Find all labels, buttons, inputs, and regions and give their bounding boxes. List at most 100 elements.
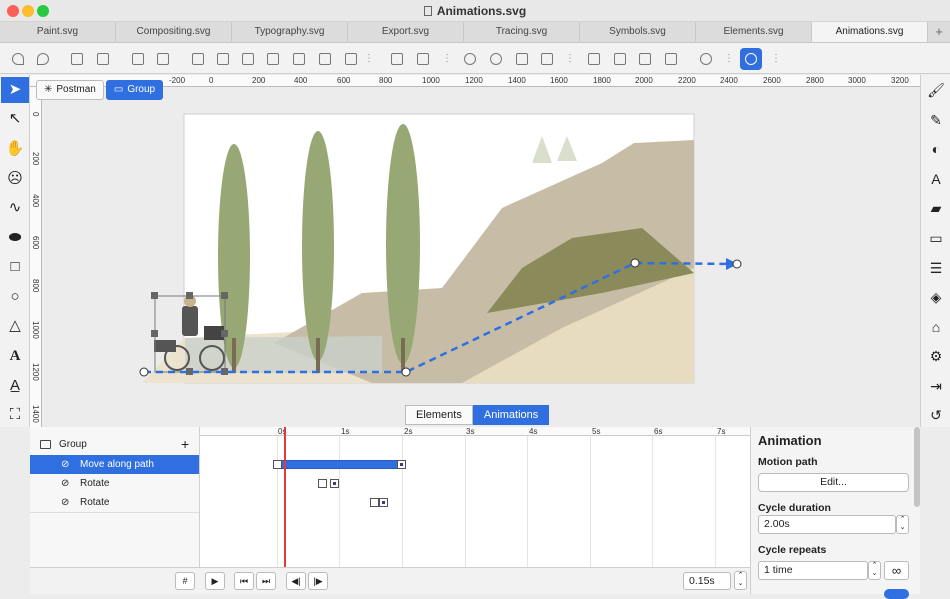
tab-compositing[interactable]: Compositing.svg bbox=[116, 22, 232, 42]
layer-item[interactable]: ⊘ Move along path bbox=[30, 455, 199, 474]
ungroup-icon[interactable] bbox=[152, 48, 174, 70]
lower-icon[interactable] bbox=[92, 48, 114, 70]
tab-typography[interactable]: Typography.svg bbox=[232, 22, 348, 42]
tab-paint[interactable]: Paint.svg bbox=[0, 22, 116, 42]
resize-handle-r[interactable] bbox=[221, 330, 228, 337]
path-node-start[interactable] bbox=[139, 367, 149, 377]
circle-tool-icon[interactable]: ○ bbox=[1, 284, 29, 310]
add-tab-button[interactable]: + bbox=[928, 22, 950, 42]
canvas[interactable] bbox=[42, 88, 920, 427]
step-size-input[interactable]: 0.15s bbox=[683, 572, 731, 590]
difference-icon[interactable] bbox=[609, 48, 631, 70]
undo-icon[interactable] bbox=[7, 48, 29, 70]
rotate-ccw-icon[interactable] bbox=[459, 48, 481, 70]
align-middle-icon[interactable] bbox=[340, 48, 362, 70]
hand-tool-icon[interactable]: ✋ bbox=[1, 136, 29, 162]
more-icon[interactable]: ⋮ bbox=[364, 51, 374, 66]
distribute-v-icon[interactable] bbox=[412, 48, 434, 70]
contrast-icon[interactable]: ◐ bbox=[922, 136, 950, 162]
text-tool-icon[interactable]: A bbox=[1, 343, 29, 369]
flip-vertical-icon[interactable] bbox=[536, 48, 558, 70]
align-top-icon[interactable] bbox=[237, 48, 259, 70]
tab-export[interactable]: Export.svg bbox=[348, 22, 464, 42]
crop-tool-icon[interactable]: ⛶ bbox=[1, 402, 29, 428]
resize-handle-t[interactable] bbox=[186, 292, 193, 299]
raise-icon[interactable] bbox=[66, 48, 88, 70]
redo-icon[interactable] bbox=[32, 48, 54, 70]
export-icon[interactable]: ⇥ bbox=[922, 373, 950, 399]
resize-handle-l[interactable] bbox=[151, 330, 158, 337]
cycle-duration-input[interactable]: 2.00s bbox=[758, 515, 896, 534]
tab-elements[interactable]: Elements.svg bbox=[696, 22, 812, 42]
grid-toggle-button[interactable]: # bbox=[175, 572, 195, 590]
triangle-tool-icon[interactable]: △ bbox=[1, 313, 29, 339]
edit-motion-path-button[interactable]: Edit... bbox=[758, 473, 909, 492]
keyframe-start[interactable] bbox=[370, 498, 379, 507]
tab-tracing[interactable]: Tracing.svg bbox=[464, 22, 580, 42]
layer-item[interactable]: ⊘ Rotate bbox=[30, 474, 199, 493]
scrollbar[interactable] bbox=[914, 427, 920, 507]
breadcrumb-postman[interactable]: ✳ Postman bbox=[36, 80, 104, 100]
history-icon[interactable]: ↺ bbox=[922, 402, 950, 428]
path-node[interactable] bbox=[401, 367, 411, 377]
face-tool-icon[interactable]: ☹ bbox=[1, 166, 29, 192]
resize-handle-tl[interactable] bbox=[151, 292, 158, 299]
toggle-switch[interactable] bbox=[884, 589, 909, 599]
more-icon[interactable]: ⋮ bbox=[565, 51, 575, 66]
rotate-cw-icon[interactable] bbox=[485, 48, 507, 70]
step-back-button[interactable]: ◀| bbox=[286, 572, 306, 590]
tab-symbols[interactable]: Symbols.svg bbox=[580, 22, 696, 42]
settings-icon[interactable]: ⚙ bbox=[922, 343, 950, 369]
step-size-stepper[interactable]: ⌃ ⌄ bbox=[734, 571, 747, 590]
typography-icon[interactable]: A bbox=[922, 166, 950, 192]
distribute-h-icon[interactable] bbox=[386, 48, 408, 70]
breadcrumb-group[interactable]: ▭ Group bbox=[105, 80, 164, 100]
align-center-v-icon[interactable] bbox=[314, 48, 336, 70]
align-center-h-icon[interactable] bbox=[288, 48, 310, 70]
keyframe-start[interactable] bbox=[273, 460, 282, 469]
node-tool-icon[interactable]: ↖ bbox=[1, 106, 29, 132]
select-tool-icon[interactable]: ➤ bbox=[1, 77, 29, 103]
jump-end-button[interactable]: ⏭ bbox=[256, 572, 276, 590]
snap-icon[interactable] bbox=[740, 48, 762, 70]
group-icon[interactable] bbox=[127, 48, 149, 70]
playhead[interactable] bbox=[284, 427, 286, 567]
layer-group[interactable]: Group + bbox=[30, 435, 199, 454]
cycle-repeats-stepper[interactable]: ⌃ ⌄ bbox=[868, 561, 881, 580]
cycle-repeats-input[interactable]: 1 time bbox=[758, 561, 868, 580]
tab-animations[interactable]: Animations bbox=[472, 405, 550, 425]
ellipse-fill-tool-icon[interactable]: ⬬ bbox=[1, 225, 29, 251]
exclusion-icon[interactable] bbox=[660, 48, 682, 70]
more-icon[interactable]: ⋮ bbox=[724, 51, 734, 66]
path-node[interactable] bbox=[630, 258, 640, 268]
measure-icon[interactable]: ▰ bbox=[922, 195, 950, 221]
comment-icon[interactable]: ▭ bbox=[922, 225, 950, 251]
animation-bar-move[interactable] bbox=[278, 460, 403, 469]
jump-start-button[interactable]: ⏮ bbox=[234, 572, 254, 590]
list-icon[interactable]: ☰ bbox=[922, 255, 950, 281]
layer-item[interactable]: ⊘ Rotate bbox=[30, 493, 199, 512]
keyframe-start[interactable] bbox=[318, 479, 327, 488]
play-button[interactable]: ▶ bbox=[205, 572, 225, 590]
align-bottom-icon[interactable] bbox=[262, 48, 284, 70]
cycle-duration-stepper[interactable]: ⌃ ⌄ bbox=[896, 515, 909, 534]
tab-animations[interactable]: Animations.svg bbox=[812, 22, 928, 42]
add-animation-button[interactable]: + bbox=[181, 435, 189, 454]
flip-horizontal-icon[interactable] bbox=[511, 48, 533, 70]
timeline[interactable]: 0s 1s 2s 3s 4s 5s 6s 7s bbox=[200, 427, 750, 567]
path-node-end[interactable] bbox=[732, 259, 742, 269]
infinite-repeat-button[interactable]: ∞ bbox=[884, 561, 909, 580]
step-forward-button[interactable]: |▶ bbox=[308, 572, 328, 590]
keyframe-end[interactable] bbox=[330, 479, 339, 488]
align-right-icon[interactable] bbox=[212, 48, 234, 70]
keyframe-end[interactable] bbox=[397, 460, 406, 469]
union-icon[interactable] bbox=[583, 48, 605, 70]
brush-icon[interactable]: ✎ bbox=[922, 107, 950, 133]
tab-elements[interactable]: Elements bbox=[405, 405, 473, 425]
resize-handle-tr[interactable] bbox=[221, 292, 228, 299]
fill-icon[interactable]: 🖌 bbox=[922, 77, 950, 103]
library-icon[interactable]: ⌂ bbox=[922, 314, 950, 340]
layers-icon[interactable]: ◈ bbox=[922, 284, 950, 310]
resize-handle-b[interactable] bbox=[186, 368, 193, 375]
text-path-tool-icon[interactable]: A̲ bbox=[1, 373, 29, 399]
